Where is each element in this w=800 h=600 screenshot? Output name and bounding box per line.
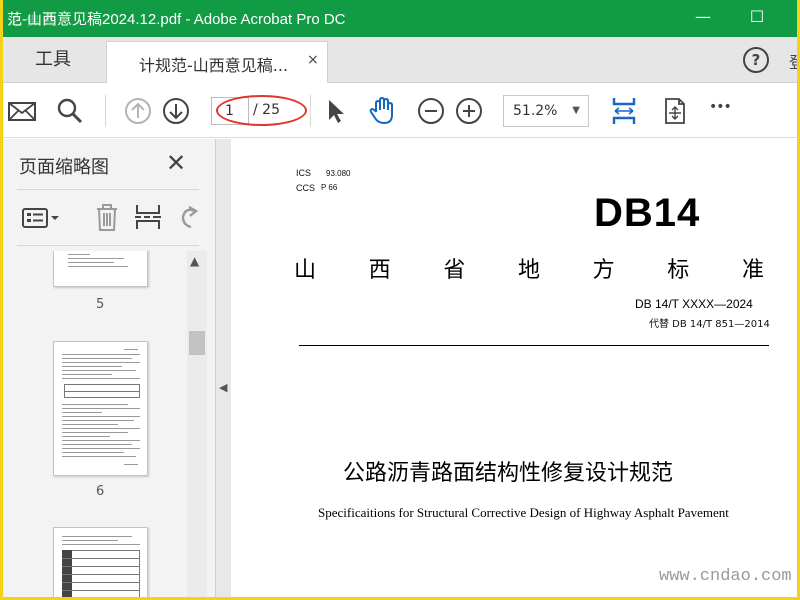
previous-page-icon[interactable] <box>123 96 153 126</box>
panel-title: 页面缩略图 <box>19 157 109 178</box>
document-title-cn: 公路沥青路面结构性修复设计规范 <box>343 461 674 486</box>
ics-label: ICS <box>296 168 312 178</box>
select-arrow-icon[interactable] <box>321 96 351 126</box>
toolbar-separator <box>105 95 106 127</box>
delete-page-icon[interactable] <box>93 201 121 233</box>
ics-value: 93.080 <box>326 169 351 178</box>
page-thumbnail[interactable] <box>53 251 148 287</box>
fit-width-icon[interactable] <box>609 96 639 126</box>
panel-collapse-strip[interactable]: ◀ <box>215 139 231 597</box>
standard-code-logo: DB14 <box>594 191 701 235</box>
scroll-up-icon[interactable]: ▲ <box>190 254 199 268</box>
document-title-en: Specificaitions for Structural Correctiv… <box>318 505 729 520</box>
more-options-icon[interactable]: ••• <box>709 99 739 129</box>
red-annotation-ellipse <box>216 95 307 126</box>
zoom-value: 51.2% <box>513 103 558 119</box>
zoom-in-icon[interactable] <box>454 96 484 126</box>
title-char: 准 <box>741 258 764 283</box>
maximize-button[interactable]: ☐ <box>743 5 771 31</box>
tab-close-icon[interactable]: × <box>307 52 319 68</box>
help-icon[interactable]: ? <box>743 47 769 73</box>
title-char: 西 <box>368 258 391 283</box>
thumbnail-list: 5 6 <box>17 251 187 597</box>
title-bar: 范-山西意见稿2024.12.pdf - Adobe Acrobat Pro D… <box>3 0 797 37</box>
title-char: 标 <box>667 258 690 283</box>
thumbnail-page-number: 5 <box>96 297 105 312</box>
thumbnail-scrollbar[interactable]: ▲ <box>187 251 207 597</box>
scrollbar-thumb[interactable] <box>189 331 205 355</box>
document-page: ICS 93.080 CCS P 66 DB14 山 西 省 地 方 标 准 D… <box>231 139 797 597</box>
ccs-code: CCS P 66 <box>296 183 337 193</box>
standard-type-title: 山 西 省 地 方 标 准 <box>294 252 764 284</box>
site-watermark: www.cndao.com <box>659 567 792 586</box>
replaces-standard: 代替 DB 14/T 851—2014 <box>649 319 770 330</box>
close-panel-icon[interactable]: ✕ <box>166 149 186 177</box>
ccs-label: CCS <box>296 183 316 193</box>
rotate-page-icon[interactable] <box>177 203 199 231</box>
window-title: 范-山西意见稿2024.12.pdf - Adobe Acrobat Pro D… <box>7 11 346 28</box>
thumbnail-page-number: 6 <box>96 484 105 499</box>
divider <box>17 189 199 190</box>
tab-document-label: 计规范-山西意见稿... <box>139 56 289 75</box>
tab-bar: 工具 计规范-山西意见稿... × ? 登 <box>3 37 797 84</box>
page-thumbnail[interactable] <box>53 341 148 476</box>
sign-in-link[interactable]: 登 <box>789 49 797 73</box>
collapse-panel-icon[interactable]: ◀ <box>219 381 227 394</box>
ics-code: ICS 93.080 <box>296 168 350 178</box>
zoom-select[interactable]: 51.2% ▼ <box>503 95 589 127</box>
thumbnails-panel: 页面缩略图 ✕ 5 6 ▲ <box>3 139 215 597</box>
next-page-icon[interactable] <box>161 96 191 126</box>
title-char: 山 <box>294 258 317 283</box>
horizontal-rule <box>299 345 769 346</box>
title-watermark: 之 佛 网 <box>9 14 57 29</box>
ccs-value: P 66 <box>321 183 338 192</box>
hand-tool-icon[interactable] <box>367 96 397 126</box>
search-icon[interactable] <box>55 96 85 126</box>
page-thumbnail[interactable] <box>53 527 148 597</box>
standard-number: DB 14/T XXXX—2024 <box>635 297 753 311</box>
toolbar-separator <box>310 95 311 127</box>
title-char: 省 <box>443 258 466 283</box>
insert-page-icon[interactable] <box>133 201 163 233</box>
app-window: 范-山西意见稿2024.12.pdf - Adobe Acrobat Pro D… <box>0 0 800 600</box>
zoom-out-icon[interactable] <box>416 96 446 126</box>
divider <box>17 245 199 246</box>
title-char: 方 <box>592 258 615 283</box>
minimize-button[interactable]: — <box>689 5 717 31</box>
options-menu-icon[interactable] <box>21 203 61 233</box>
thumbnail-tools <box>17 199 207 239</box>
full-screen-icon[interactable] <box>659 96 689 126</box>
tab-document[interactable]: 计规范-山西意见稿... × <box>106 41 328 84</box>
chevron-down-icon: ▼ <box>572 105 580 116</box>
tab-tools[interactable]: 工具 <box>3 37 103 83</box>
mail-icon[interactable] <box>7 96 37 126</box>
toolbar: 1 / 25 51.2% ▼ ••• <box>3 83 797 138</box>
title-char: 地 <box>517 258 540 283</box>
